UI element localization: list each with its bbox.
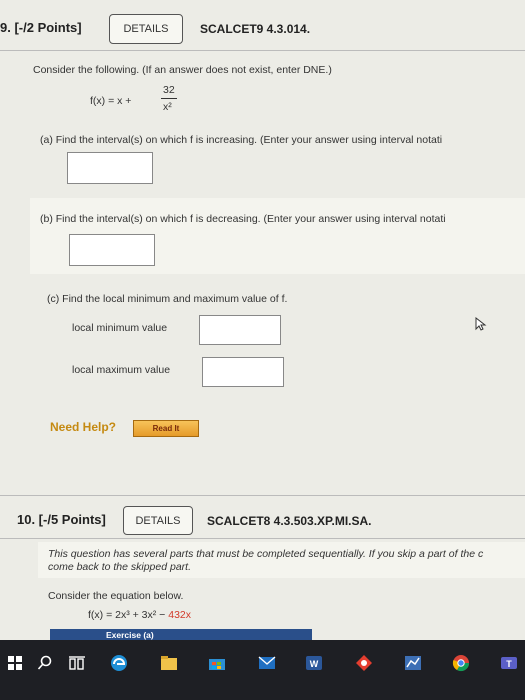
teams-icon[interactable]: T: [500, 654, 518, 672]
windows-start-icon[interactable]: [6, 654, 24, 672]
function-lhs: f(x) = x +: [90, 95, 132, 107]
divider: [0, 538, 525, 539]
local-max-label: local maximum value: [72, 364, 171, 376]
equation: f(x) = 2x³ + 3x² − 432x: [88, 609, 191, 621]
equation-tail: 432x: [168, 609, 192, 621]
function-denominator: x²: [163, 101, 172, 113]
svg-text:T: T: [506, 659, 512, 669]
fraction-bar: [161, 98, 177, 99]
notice-line-1: This question has several parts that mus…: [48, 548, 484, 560]
question-9-number: 9. [-/2 Points]: [0, 19, 82, 35]
question-9-code: SCALCET9 4.3.014.: [200, 22, 311, 36]
taskbar: W T: [0, 640, 525, 700]
part-c-prompt: (c) Find the local minimum and maximum v…: [47, 293, 288, 305]
local-min-input[interactable]: [199, 315, 281, 345]
graph-app-icon[interactable]: [404, 654, 422, 672]
question-10-number: 10. [-/5 Points]: [17, 512, 106, 527]
details-button[interactable]: DETAILS: [109, 14, 183, 44]
word-icon[interactable]: W: [305, 654, 323, 672]
part-b-prompt: (b) Find the interval(s) on which f is d…: [40, 213, 446, 225]
local-max-input[interactable]: [202, 357, 284, 387]
equation-main: f(x) = 2x³ + 3x² −: [88, 609, 169, 621]
search-icon[interactable]: [36, 654, 54, 672]
consider-text: Consider the equation below.: [48, 590, 184, 602]
question-intro: Consider the following. (If an answer do…: [33, 64, 332, 76]
divider: [0, 495, 525, 496]
local-min-label: local minimum value: [72, 322, 168, 334]
mail-icon[interactable]: [258, 654, 276, 672]
svg-text:W: W: [310, 659, 319, 669]
function-numerator: 32: [163, 84, 175, 96]
answer-a-input[interactable]: [67, 152, 153, 184]
divider: [0, 50, 525, 51]
need-help-label: Need Help?: [50, 420, 117, 434]
file-explorer-icon[interactable]: [160, 654, 178, 672]
mouse-cursor-icon: [475, 317, 487, 331]
page: 9. [-/2 Points] DETAILS SCALCET9 4.3.014…: [0, 0, 525, 640]
app-icon[interactable]: [355, 654, 373, 672]
notice-line-2: come back to the skipped part.: [48, 561, 191, 573]
question-10-code: SCALCET8 4.3.503.XP.MI.SA.: [207, 514, 372, 528]
edge-icon[interactable]: [110, 654, 128, 672]
details-button[interactable]: DETAILS: [123, 506, 193, 535]
store-icon[interactable]: [208, 654, 226, 672]
answer-b-input[interactable]: [69, 234, 155, 266]
task-view-icon[interactable]: [68, 654, 86, 672]
part-a-prompt: (a) Find the interval(s) on which f is i…: [40, 134, 443, 146]
chrome-icon[interactable]: [452, 654, 470, 672]
read-it-button[interactable]: Read It: [133, 420, 199, 437]
